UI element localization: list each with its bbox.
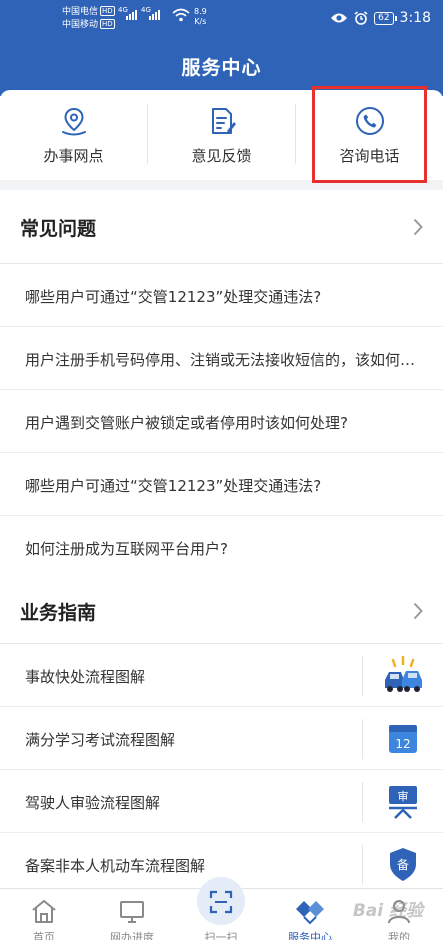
faq-header[interactable]: 常见问题 bbox=[0, 190, 443, 264]
tab-progress[interactable]: 网办进度 bbox=[88, 889, 176, 940]
faq-section: 常见问题 哪些用户可通过“交管12123”处理交通违法? 用户注册手机号码停用、… bbox=[0, 190, 443, 579]
divider bbox=[362, 845, 363, 885]
faq-item-text: 用户遇到交管账户被锁定或者停用时该如何处理? bbox=[25, 414, 348, 432]
faq-item-text: 如何注册成为互联网平台用户? bbox=[25, 540, 228, 558]
car-accident-icon bbox=[385, 655, 422, 692]
tab-label: 扫一扫 bbox=[204, 931, 238, 940]
faq-item[interactable]: 用户遇到交管账户被锁定或者停用时该如何处理? bbox=[0, 390, 443, 453]
chevron-right-icon bbox=[413, 218, 423, 236]
tab-label: 服务中心 bbox=[288, 931, 332, 940]
svg-text:备: 备 bbox=[397, 858, 409, 872]
divider bbox=[362, 656, 363, 696]
tab-service-center[interactable]: 服务中心 bbox=[266, 889, 354, 940]
shield-badge-icon: 备 bbox=[390, 848, 416, 881]
tab-label: 首页 bbox=[33, 931, 55, 940]
divider bbox=[362, 719, 363, 759]
guide-item[interactable]: 满分学习考试流程图解 12 bbox=[0, 707, 443, 770]
guide-item[interactable]: 驾驶人审验流程图解 审 bbox=[0, 770, 443, 833]
faq-item-text: 哪些用户可通过“交管12123”处理交通违法? bbox=[25, 477, 322, 495]
home-icon bbox=[32, 900, 56, 923]
guide-item-text: 备案非本人机动车流程图解 bbox=[25, 857, 206, 875]
guide-item[interactable]: 事故快处流程图解 bbox=[0, 644, 443, 707]
tab-label: 我的 bbox=[388, 931, 410, 940]
guide-item-text: 驾驶人审验流程图解 bbox=[25, 794, 161, 812]
tab-label: 网办进度 bbox=[110, 931, 154, 940]
tab-scan[interactable]: 扫一扫 bbox=[177, 877, 265, 940]
guide-item-text: 事故快处流程图解 bbox=[25, 668, 146, 686]
faq-item[interactable]: 哪些用户可通过“交管12123”处理交通违法? bbox=[0, 453, 443, 516]
service-diamond-icon bbox=[296, 901, 324, 925]
section-title: 常见问题 bbox=[20, 218, 97, 240]
divider bbox=[362, 782, 363, 822]
faq-item[interactable]: 如何注册成为互联网平台用户? bbox=[0, 516, 443, 579]
faq-item-text: 用户注册手机号码停用、注销或无法接收短信的，该如何处理？ bbox=[25, 351, 427, 369]
review-sign-icon: 审 bbox=[389, 786, 417, 819]
faq-item[interactable]: 哪些用户可通过“交管12123”处理交通违法? bbox=[0, 264, 443, 327]
scan-icon bbox=[209, 890, 233, 914]
svg-text:12: 12 bbox=[395, 737, 410, 751]
chevron-right-icon bbox=[413, 602, 423, 620]
guide-header[interactable]: 业务指南 bbox=[0, 578, 443, 644]
faq-item-text: 哪些用户可通过“交管12123”处理交通违法? bbox=[25, 288, 322, 306]
watermark: Bai 经验 bbox=[352, 901, 423, 921]
monitor-icon bbox=[120, 901, 144, 923]
section-title: 业务指南 bbox=[20, 602, 97, 624]
faq-item[interactable]: 用户注册手机号码停用、注销或无法接收短信的，该如何处理？ bbox=[0, 327, 443, 390]
tab-home[interactable]: 首页 bbox=[0, 889, 88, 940]
guide-section: 业务指南 事故快处流程图解 满分学习考试流程图解 12 驾驶人审验流程图解 审 … bbox=[0, 578, 443, 896]
svg-text:审: 审 bbox=[398, 789, 409, 803]
calendar-12-icon: 12 bbox=[389, 725, 417, 753]
guide-item-text: 满分学习考试流程图解 bbox=[25, 731, 176, 749]
